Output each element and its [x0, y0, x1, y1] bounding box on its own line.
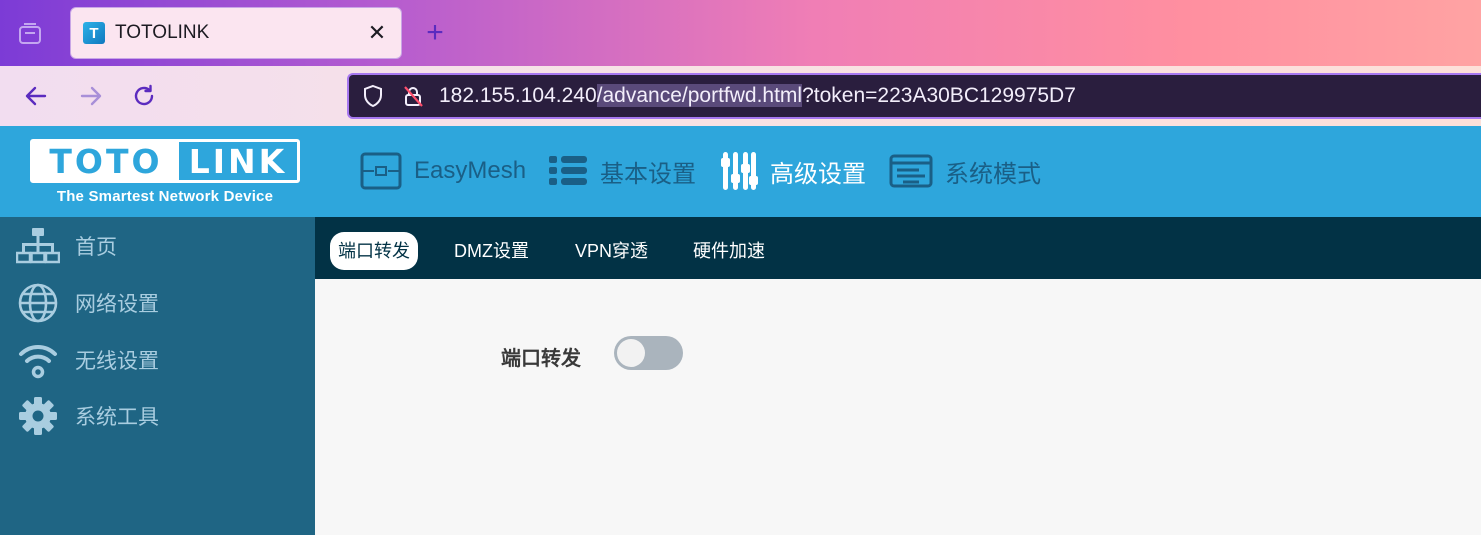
main-content: 端口转发 — [315, 279, 1481, 535]
browser-tab-strip: T TOTOLINK ✕ + — [0, 0, 1481, 66]
sidebar: 首页 网络设置 无线设置 系统工具 — [0, 217, 315, 535]
topnav-label: 基本设置 — [600, 160, 696, 188]
reload-icon[interactable] — [128, 80, 160, 112]
easymesh-icon — [360, 152, 402, 190]
tab-dmz-settings[interactable]: DMZ设置 — [446, 232, 537, 270]
logo-tagline: The Smartest Network Device — [56, 188, 274, 205]
insecure-lock-icon[interactable] — [401, 84, 425, 108]
shield-icon[interactable] — [361, 84, 385, 108]
advanced-subnav: 端口转发 DMZ设置 VPN穿透 硬件加速 — [315, 217, 1481, 279]
port-forwarding-toggle[interactable] — [614, 336, 683, 370]
tab-port-forwarding[interactable]: 端口转发 — [330, 232, 418, 270]
sidebar-item-label: 系统工具 — [75, 406, 159, 429]
topnav-label: EasyMesh — [414, 157, 527, 184]
sidebar-item-home[interactable]: 首页 — [0, 221, 315, 271]
sliders-icon — [721, 152, 758, 190]
browser-nav-bar: 182.155.104.240/advance/portfwd.html?tok… — [0, 66, 1481, 126]
url-query: ?token=223A30BC129975D7 — [802, 84, 1076, 107]
browser-tab[interactable]: T TOTOLINK ✕ — [70, 7, 402, 59]
forward-arrow-icon[interactable] — [75, 80, 107, 112]
tab-title: TOTOLINK — [115, 22, 210, 43]
router-header: TOTO LINK The Smartest Network Device Ea… — [0, 126, 1481, 217]
sidebar-item-label: 无线设置 — [75, 350, 159, 373]
url-host: 182.155.104.240 — [439, 84, 597, 107]
tab-hardware-acceleration[interactable]: 硬件加速 — [685, 232, 773, 270]
url-text[interactable]: 182.155.104.240/advance/portfwd.html?tok… — [439, 84, 1076, 108]
sidebar-item-network-settings[interactable]: 网络设置 — [0, 278, 315, 328]
close-tab-icon[interactable]: ✕ — [365, 20, 389, 46]
url-path: /advance/portfwd.html — [596, 84, 803, 107]
topnav-advanced-settings[interactable]: 高级设置 — [720, 150, 866, 192]
port-forwarding-label: 端口转发 — [501, 348, 581, 370]
sidebar-item-label: 网络设置 — [75, 293, 159, 316]
network-topology-icon — [16, 224, 60, 268]
list-icon — [549, 156, 587, 185]
new-tab-button[interactable]: + — [420, 16, 450, 50]
topnav-label: 系统模式 — [945, 160, 1041, 188]
sidebar-item-system-tools[interactable]: 系统工具 — [0, 391, 315, 441]
sidebar-item-label: 首页 — [75, 236, 117, 259]
address-bar[interactable]: 182.155.104.240/advance/portfwd.html?tok… — [347, 73, 1481, 119]
wifi-icon — [16, 338, 60, 382]
topnav-easymesh[interactable]: EasyMesh — [360, 150, 526, 192]
topnav-system-mode[interactable]: 系统模式 — [889, 150, 1041, 192]
topnav-basic-settings[interactable]: 基本设置 — [548, 150, 696, 192]
toggle-knob — [617, 339, 645, 367]
sidebar-item-wireless-settings[interactable]: 无线设置 — [0, 335, 315, 385]
globe-icon — [16, 281, 60, 325]
topnav-label: 高级设置 — [770, 160, 866, 188]
back-arrow-icon[interactable] — [20, 80, 52, 112]
system-mode-icon — [889, 154, 933, 188]
tab-vpn-passthrough[interactable]: VPN穿透 — [567, 232, 656, 270]
totolink-logo[interactable]: TOTO LINK The Smartest Network Device — [30, 139, 300, 205]
totolink-favicon-icon: T — [83, 22, 105, 44]
logo-toto-text: TOTO — [33, 142, 179, 181]
gear-icon — [16, 394, 60, 438]
logo-link-text: LINK — [188, 141, 288, 181]
tab-overview-icon[interactable] — [16, 20, 44, 48]
